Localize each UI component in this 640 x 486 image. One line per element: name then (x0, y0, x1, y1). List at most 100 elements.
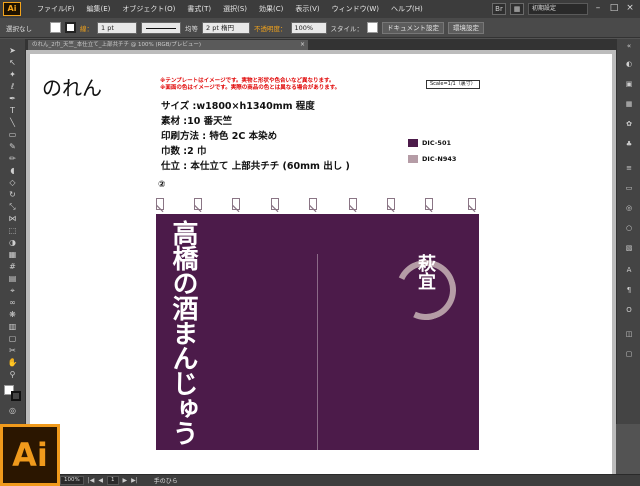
magic-wand-tool-icon[interactable]: ✦ (5, 69, 20, 80)
line-style-label: 均等 (185, 24, 198, 33)
center-seam (317, 254, 318, 450)
eyedropper-tool-icon[interactable]: ⌖ (5, 285, 20, 296)
artboards-icon[interactable]: ▢ (623, 349, 635, 359)
artboard-number[interactable]: 1 (107, 476, 119, 485)
fill-swatch[interactable] (50, 22, 61, 33)
illustrator-window: Ai ファイル(F) 編集(E) オブジェクト(O) 書式(T) 選択(S) 効… (0, 0, 640, 486)
next-artboard-icon[interactable]: ▶ (123, 477, 128, 484)
scale-tool-icon[interactable]: ⤡ (5, 201, 20, 212)
blob-brush-tool-icon[interactable]: ◖ (5, 165, 20, 176)
width-tool-icon[interactable]: ⋈ (5, 213, 20, 224)
minimize-button[interactable]: – (592, 3, 604, 15)
rotate-tool-icon[interactable]: ↻ (5, 189, 20, 200)
canvas-area[interactable]: のれん ※テンプレートはイメージです。実物と形状や色合いなど異なります。 ※面面… (26, 50, 616, 474)
menu-object[interactable]: オブジェクト(O) (116, 4, 181, 14)
appearance-icon[interactable]: ○ (623, 223, 635, 233)
gradient-panel-icon[interactable]: ▭ (623, 183, 635, 193)
noren-curtain[interactable]: 高橋の酒まんじゅう 萩宜 (156, 214, 479, 450)
graphic-style-swatch[interactable] (367, 22, 378, 33)
symbol-sprayer-tool-icon[interactable]: ❋ (5, 309, 20, 320)
bridge-icon[interactable]: Br (492, 3, 506, 15)
type-tool-icon[interactable]: T (5, 105, 20, 116)
maximize-button[interactable]: □ (608, 3, 620, 15)
drawing-mode-icon[interactable]: ◎ (5, 405, 20, 416)
blend-tool-icon[interactable]: ∞ (5, 297, 20, 308)
paintbrush-tool-icon[interactable]: ✎ (5, 141, 20, 152)
menu-type[interactable]: 書式(T) (181, 4, 217, 14)
menu-help[interactable]: ヘルプ(H) (385, 4, 429, 14)
workspace-switcher[interactable]: 初期設定 (528, 3, 588, 15)
app-logo: Ai (3, 2, 21, 16)
gradient-tool-icon[interactable]: ▤ (5, 273, 20, 284)
menu-view[interactable]: 表示(V) (289, 4, 325, 14)
close-button[interactable]: × (624, 3, 636, 15)
brushes-icon[interactable]: ✿ (623, 119, 635, 129)
menu-window[interactable]: ウィンドウ(W) (326, 4, 385, 14)
stroke-weight-field[interactable]: 1 pt (97, 21, 137, 34)
layers-icon[interactable]: ◫ (623, 329, 635, 339)
legend-dic-501: DIC-501 (408, 139, 451, 147)
document-tab[interactable]: のれん_2巾_天竺_本仕立て_上部共チチ @ 100% (RGB/プレビュー) … (28, 40, 308, 50)
artboard-tool-icon[interactable]: ▢ (5, 333, 20, 344)
slice-tool-icon[interactable]: ✂ (5, 345, 20, 356)
tools-panel: ➤ ↖ ✦ ℓ ✒ T ╲ ▭ ✎ ✏ ◖ ◇ ↻ ⤡ ⋈ ⬚ ◑ ▦ # ▤ … (0, 39, 26, 424)
transparency-icon[interactable]: ◎ (623, 203, 635, 213)
previous-artboard-icon[interactable]: ◀ (98, 477, 103, 484)
column-graph-tool-icon[interactable]: ▥ (5, 321, 20, 332)
menu-edit[interactable]: 編集(E) (81, 4, 117, 14)
menu-select[interactable]: 選択(S) (217, 4, 253, 14)
current-tool-status: 手のひら (153, 478, 178, 485)
rectangle-tool-icon[interactable]: ▭ (5, 129, 20, 140)
line-tool-icon[interactable]: ╲ (5, 117, 20, 128)
stroke-color-icon[interactable] (11, 391, 21, 401)
selection-tool-icon[interactable]: ➤ (5, 45, 20, 56)
brush-definition[interactable]: 2 pt 楕円 (202, 21, 250, 34)
loop (271, 198, 279, 210)
main-menu: ファイル(F) 編集(E) オブジェクト(O) 書式(T) 選択(S) 効果(C… (31, 4, 429, 14)
lasso-tool-icon[interactable]: ℓ (5, 81, 20, 92)
color-guide-icon[interactable]: ▣ (623, 79, 635, 89)
close-tab-icon[interactable]: × (300, 40, 305, 50)
legend-swatch (408, 155, 418, 163)
expand-panel-icon[interactable]: « (623, 41, 635, 51)
character-panel-icon[interactable]: A (623, 265, 635, 275)
menu-file[interactable]: ファイル(F) (31, 4, 81, 14)
opentype-icon[interactable]: O (623, 305, 635, 315)
noren-design[interactable]: 高橋の酒まんじゅう 萩宜 (156, 198, 479, 450)
stroke-swatch[interactable] (65, 22, 76, 33)
free-transform-tool-icon[interactable]: ⬚ (5, 225, 20, 236)
opacity-label[interactable]: 不透明度： (254, 23, 287, 33)
last-artboard-icon[interactable]: ▶| (131, 477, 138, 484)
spec-finish: 仕立 : 本仕立て 上部共チチ (60mm 出し ) (161, 161, 350, 172)
shape-builder-tool-icon[interactable]: ◑ (5, 237, 20, 248)
variable-width-profile[interactable] (141, 21, 181, 34)
perspective-grid-tool-icon[interactable]: ▦ (5, 249, 20, 260)
arrange-documents-icon[interactable]: ▦ (510, 3, 524, 15)
hand-tool-icon[interactable]: ✋ (5, 357, 20, 368)
stroke-panel-icon[interactable]: ≡ (623, 163, 635, 173)
loop (194, 198, 202, 210)
pencil-tool-icon[interactable]: ✏ (5, 153, 20, 164)
artboard[interactable]: のれん ※テンプレートはイメージです。実物と形状や色合いなど異なります。 ※面面… (30, 54, 612, 474)
swatches-icon[interactable]: ▦ (623, 99, 635, 109)
zoom-level[interactable]: 100% (60, 476, 84, 485)
preferences-button[interactable]: 環境設定 (448, 21, 484, 34)
opacity-field[interactable]: 100% (290, 21, 327, 34)
graphic-styles-icon[interactable]: ▧ (623, 243, 635, 253)
color-panel-icon[interactable]: ◐ (623, 59, 635, 69)
direct-selection-tool-icon[interactable]: ↖ (5, 57, 20, 68)
loop (232, 198, 240, 210)
logo-text: 萩宜 (415, 254, 436, 290)
menu-effect[interactable]: 効果(C) (253, 4, 289, 14)
selection-status: 選択なし (6, 24, 32, 33)
first-artboard-icon[interactable]: |◀ (88, 477, 95, 484)
eraser-tool-icon[interactable]: ◇ (5, 177, 20, 188)
stroke-label[interactable]: 線： (80, 23, 93, 33)
zoom-tool-icon[interactable]: ⚲ (5, 369, 20, 380)
pen-tool-icon[interactable]: ✒ (5, 93, 20, 104)
paragraph-panel-icon[interactable]: ¶ (623, 285, 635, 295)
symbols-icon[interactable]: ♣ (623, 139, 635, 149)
mesh-tool-icon[interactable]: # (5, 261, 20, 272)
menubar-right: Br ▦ 初期設定 – □ × (492, 3, 640, 15)
document-setup-button[interactable]: ドキュメント設定 (382, 21, 444, 34)
